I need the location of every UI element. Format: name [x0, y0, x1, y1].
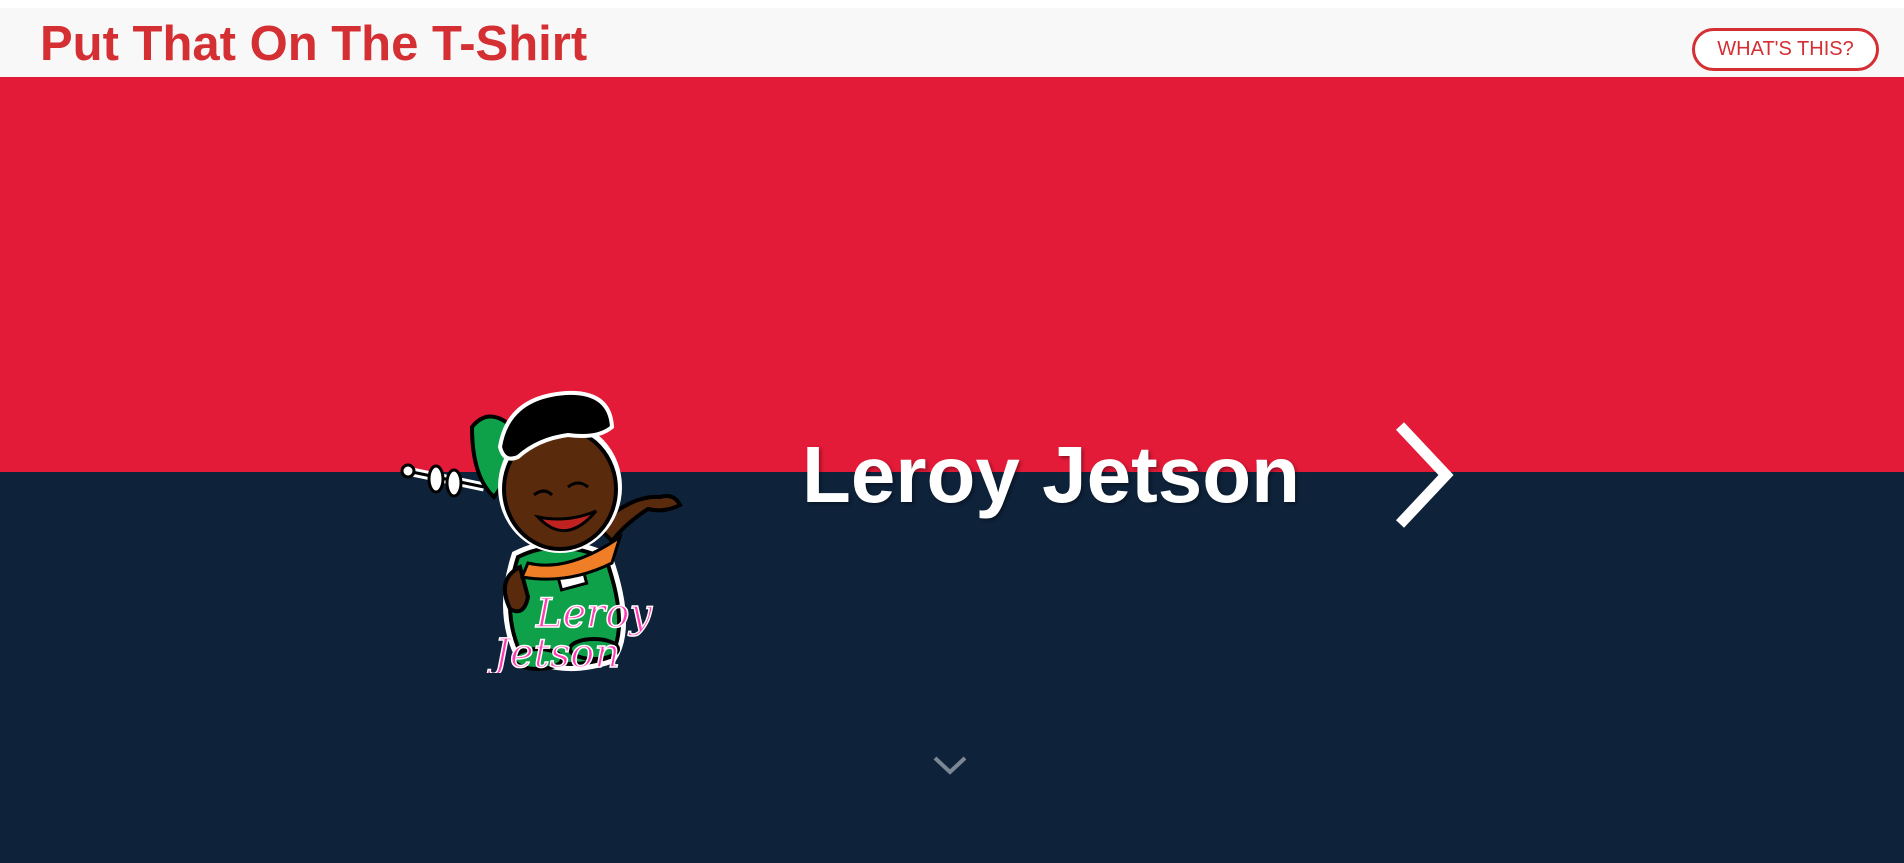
hero-bottom-band — [0, 472, 1904, 863]
hero-top-band — [0, 77, 1904, 472]
artwork-text-line2: Jetson — [487, 631, 620, 673]
top-gap — [0, 0, 1904, 8]
design-name: Leroy Jetson — [802, 430, 1300, 519]
site-title[interactable]: Put That On The T-Shirt — [40, 20, 587, 69]
chevron-down-icon[interactable] — [930, 750, 970, 780]
site-header: Put That On The T-Shirt WHAT'S THIS? — [0, 8, 1904, 77]
leroy-jetson-artwork: Leroy Jetson — [400, 390, 683, 673]
whats-this-button[interactable]: WHAT'S THIS? — [1692, 28, 1879, 71]
hero-section: Leroy Jetson Leroy Jetson — [0, 77, 1904, 863]
chevron-right-icon[interactable] — [1390, 420, 1460, 530]
